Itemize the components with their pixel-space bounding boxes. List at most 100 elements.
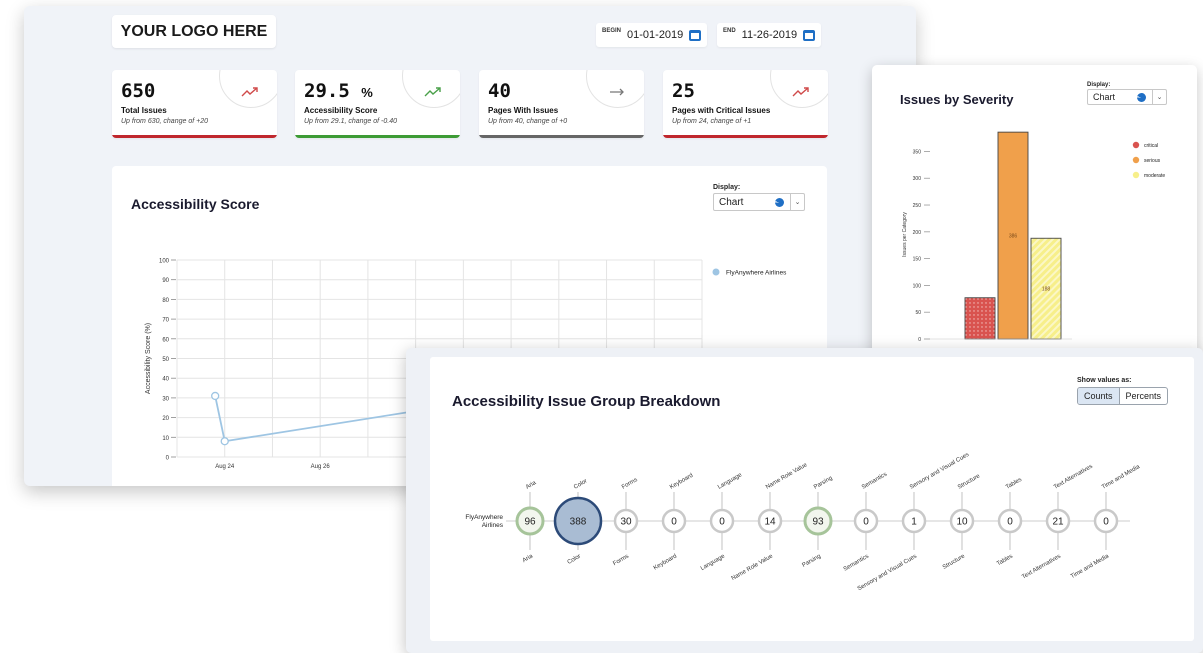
begin-date-value: 01-01-2019 (627, 29, 684, 41)
bubble-value: 0 (1007, 517, 1013, 528)
trend-up-icon (792, 87, 809, 97)
calendar-icon[interactable] (689, 29, 702, 41)
y-tick-label: 300 (913, 176, 922, 182)
row-label: FlyAnywhere (465, 514, 503, 521)
bubble-value: 1 (911, 517, 917, 528)
bubble-value: 21 (1052, 517, 1064, 528)
y-tick-label: 50 (162, 357, 169, 363)
bubble-value: 0 (719, 517, 725, 528)
category-label-top: Forms (621, 477, 639, 491)
row-label: Airlines (482, 522, 504, 529)
y-tick-label: 250 (913, 203, 922, 209)
kpi-value: 25 (672, 80, 695, 102)
legend-label: serious (1144, 158, 1161, 164)
category-label-top: Color (573, 478, 588, 490)
data-point (211, 391, 220, 401)
kpi-name: Total Issues (121, 106, 167, 115)
bubble-value: 388 (570, 517, 587, 528)
legend-swatch (712, 268, 720, 276)
bar-value-label: 188 (1042, 287, 1051, 293)
severity-panel: Issues by Severity Display: Chart ⌄ 0 50 1… (872, 65, 1197, 355)
kpi-status-bar (295, 135, 460, 138)
y-axis-label: Accessibility Score (%) (145, 323, 152, 394)
kpi-value: 29.5 % (304, 80, 373, 102)
category-label-bottom: Parsing (801, 554, 822, 569)
end-label: END (723, 28, 736, 34)
category-label-bottom: Color (567, 554, 582, 566)
y-tick-label: 20 (162, 416, 169, 422)
trend-up-icon (424, 87, 441, 97)
category-label-bottom: Aria (522, 553, 535, 564)
category-label-bottom: Structure (942, 553, 967, 571)
category-label-top: Semantics (861, 472, 888, 491)
arrow-right-icon (610, 88, 624, 96)
bubble-value: 96 (524, 517, 536, 528)
category-label-top: Name Role Value (765, 462, 809, 491)
category-label-top: Keyboard (669, 473, 694, 491)
y-tick-label: 30 (162, 396, 169, 402)
kpi-value: 40 (488, 80, 511, 102)
category-label-bottom: Semantics (843, 554, 870, 573)
bubble-value: 0 (1103, 517, 1109, 528)
kpi-card-accessibility-score[interactable]: 29.5 % Accessibility Score Up from 29.1,… (295, 70, 460, 138)
y-tick-label: 100 (913, 283, 922, 289)
group-breakdown-card: Accessibility Issue Group Breakdown Show… (430, 357, 1194, 641)
category-label-bottom: Text Alternatives (1021, 554, 1062, 581)
logo: YOUR LOGO HERE (112, 15, 276, 48)
y-tick-label: 0 (166, 456, 170, 462)
data-point (220, 437, 229, 446)
bubble-value: 14 (764, 517, 776, 528)
kpi-card-critical-pages[interactable]: 25 Pages with Critical Issues Up from 24… (663, 70, 828, 138)
end-date-field[interactable]: END 11-26-2019 (717, 23, 822, 47)
kpi-name: Accessibility Score (304, 106, 378, 115)
legend-swatch (1132, 171, 1140, 179)
trend-up-icon (241, 87, 258, 97)
legend-label: critical (1144, 143, 1158, 149)
category-label-bottom: Language (700, 553, 727, 572)
kpi-change: Up from 29.1, change of -0.40 (304, 118, 397, 125)
y-tick-label: 10 (162, 436, 169, 442)
kpi-card-pages-with-issues[interactable]: 40 Pages With Issues Up from 40, change … (479, 70, 644, 138)
x-tick-label: Aug 24 (215, 464, 235, 470)
category-label-top: Aria (525, 480, 538, 491)
kpi-change: Up from 40, change of +0 (488, 118, 568, 125)
y-tick-label: 70 (162, 318, 169, 324)
group-breakdown-panel: Accessibility Issue Group Breakdown Show… (406, 348, 1203, 653)
group-breakdown-chart: FlyAnywhereAirlines 96 Aria Aria 388 Color Col… (465, 452, 1141, 592)
legend-label: FlyAnywhere Airlines (726, 270, 787, 277)
severity-chart: 0 50 100 150 200 250 300 350 Issues per Category… (902, 131, 1165, 343)
category-label-bottom: Keyboard (653, 554, 678, 572)
kpi-value: 650 (121, 80, 156, 102)
y-tick-label: 40 (162, 377, 169, 383)
y-tick-label: 90 (162, 278, 169, 284)
begin-label: BEGIN (602, 28, 622, 34)
kpi-status-bar (479, 135, 644, 138)
x-tick-label: Aug 26 (311, 464, 331, 470)
begin-date-field[interactable]: BEGIN 01-01-2019 (596, 23, 708, 47)
legend-swatch (1132, 156, 1140, 164)
category-label-top: Parsing (813, 475, 834, 490)
bubble-value: 93 (812, 517, 824, 528)
category-label-bottom: Forms (612, 554, 630, 568)
kpi-name: Pages With Issues (488, 106, 559, 115)
y-tick-label: 100 (159, 259, 170, 265)
y-tick-label: 50 (915, 310, 921, 316)
category-label-bottom: Time and Media (1070, 553, 1111, 580)
calendar-icon[interactable] (803, 29, 816, 41)
bubble-value: 10 (956, 517, 968, 528)
y-tick-label: 150 (913, 257, 922, 263)
kpi-card-total-issues[interactable]: 650 Total Issues Up from 630, change of … (112, 70, 277, 138)
y-tick-label: 200 (913, 230, 922, 236)
legend-label: moderate (1144, 173, 1165, 179)
category-label-top: Structure (957, 473, 982, 491)
end-date-value: 11-26-2019 (741, 29, 798, 41)
legend-swatch (1132, 141, 1140, 149)
category-label-top: Text Alternatives (1053, 464, 1094, 491)
bubble-value: 0 (863, 517, 869, 528)
bubble-value: 0 (671, 517, 677, 528)
y-tick-label: 0 (918, 337, 921, 343)
kpi-name: Pages with Critical Issues (672, 106, 771, 115)
category-label-bottom: Name Role Value (731, 553, 775, 582)
bar (964, 297, 996, 340)
category-label-top: Language (717, 472, 744, 491)
